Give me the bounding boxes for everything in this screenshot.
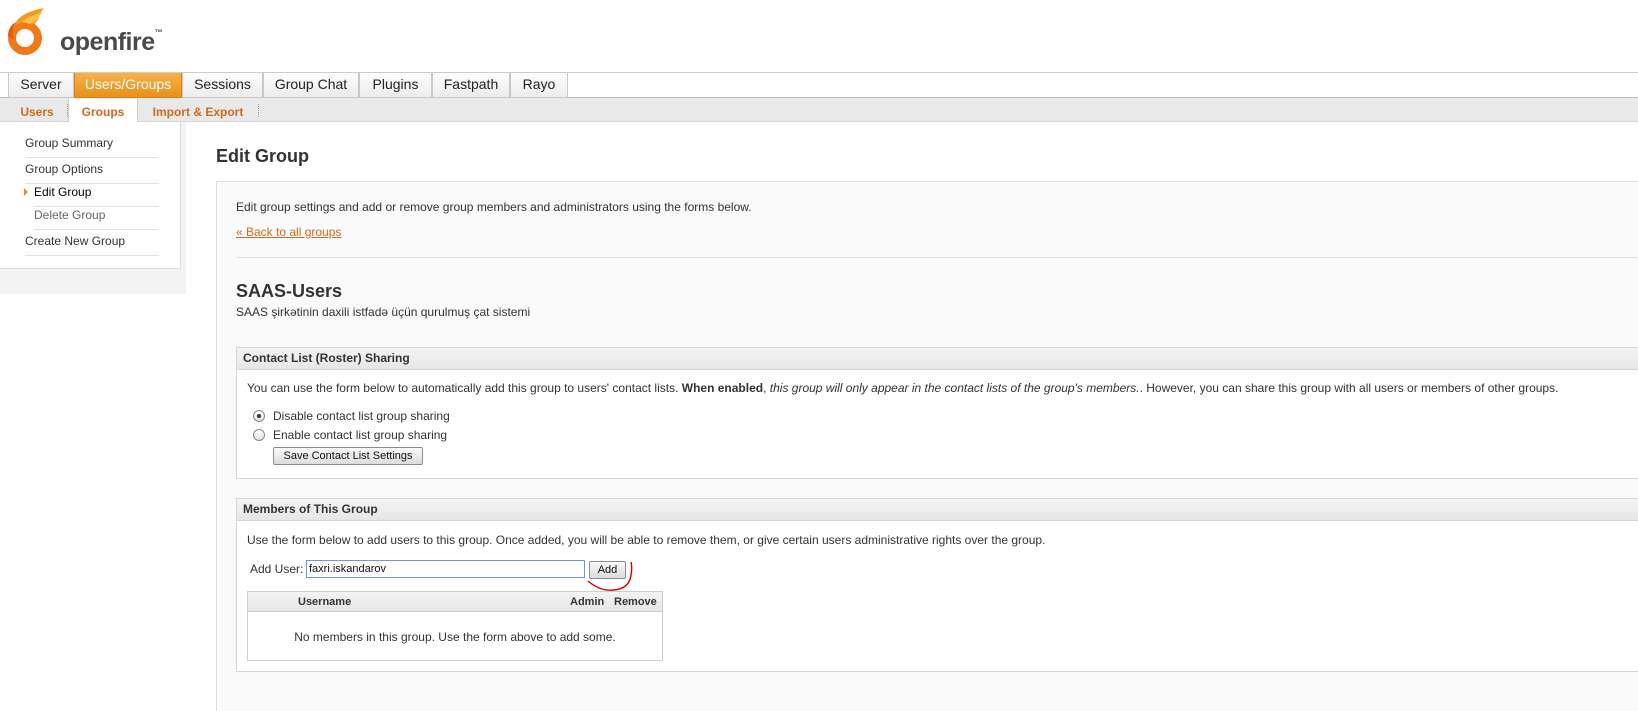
sidebar-menu: Group Summary Group Options Edit Group D… <box>0 122 181 269</box>
members-description: Use the form below to add users to this … <box>247 533 1046 547</box>
members-table: Username Admin Remove No members in this… <box>247 591 663 661</box>
disable-sharing-radio[interactable] <box>253 410 265 422</box>
subtab-separator <box>258 104 259 117</box>
tab-server[interactable]: Server <box>8 73 74 98</box>
col-remove: Remove <box>614 596 657 608</box>
enable-sharing-radio[interactable] <box>253 429 265 441</box>
save-contact-list-settings-button[interactable]: Save Contact List Settings <box>273 447 423 465</box>
members-empty-message: No members in this group. Use the form a… <box>294 630 616 644</box>
page-title: Edit Group <box>216 146 309 166</box>
main-tab-bar: Server Users/Groups Sessions Group Chat … <box>0 72 1638 98</box>
group-description: SAAS şirkətinin daxili istfadə üçün quru… <box>236 305 531 319</box>
divider <box>236 257 1638 258</box>
back-to-groups-link[interactable]: « Back to all groups <box>236 225 341 239</box>
members-heading: Members of This Group <box>237 499 1638 521</box>
header: openfire™ <box>0 0 1638 72</box>
current-arrow-icon <box>24 188 28 196</box>
tab-fastpath[interactable]: Fastpath <box>432 73 510 98</box>
sidebar-item-group-summary[interactable]: Group Summary <box>25 132 159 158</box>
sharing-description: You can use the form below to automatica… <box>247 381 1559 395</box>
tab-rayo[interactable]: Rayo <box>510 73 568 98</box>
col-admin: Admin <box>570 596 605 608</box>
tab-users-groups[interactable]: Users/Groups <box>74 73 182 98</box>
enable-sharing-label: Enable contact list group sharing <box>273 428 448 442</box>
add-user-input[interactable] <box>306 560 585 578</box>
flame-icon <box>8 8 44 55</box>
main-content: Edit Group Edit group settings and add o… <box>186 122 1638 711</box>
add-user-button[interactable]: Add <box>589 561 626 579</box>
disable-sharing-label: Disable contact list group sharing <box>273 409 450 423</box>
openfire-logo[interactable]: openfire™ <box>4 6 174 62</box>
col-username: Username <box>298 596 352 608</box>
tab-group-chat[interactable]: Group Chat <box>263 73 359 98</box>
members-box: Members of This Group Use the form below… <box>236 498 1638 672</box>
members-table-header: Username Admin Remove <box>248 592 662 612</box>
content-panel: Edit group settings and add or remove gr… <box>216 181 1638 711</box>
sharing-box: Contact List (Roster) Sharing You can us… <box>236 347 1638 479</box>
brand-name: openfire™ <box>60 28 163 56</box>
intro-text: Edit group settings and add or remove gr… <box>236 200 752 214</box>
subtab-import-export[interactable]: Import & Export <box>144 99 252 122</box>
sharing-heading: Contact List (Roster) Sharing <box>237 348 1638 370</box>
subtab-groups[interactable]: Groups <box>68 99 138 123</box>
tab-plugins[interactable]: Plugins <box>359 73 432 98</box>
tab-sessions[interactable]: Sessions <box>182 73 263 98</box>
sidebar-item-create-new-group[interactable]: Create New Group <box>25 230 159 256</box>
group-name: SAAS-Users <box>236 281 343 301</box>
sub-tab-bar: Users Groups Import & Export <box>0 98 1638 123</box>
sidebar: Group Summary Group Options Edit Group D… <box>0 122 186 294</box>
subtab-users[interactable]: Users <box>14 99 60 122</box>
add-user-label: Add User: <box>250 562 304 576</box>
sidebar-item-delete-group[interactable]: Delete Group <box>34 204 159 230</box>
